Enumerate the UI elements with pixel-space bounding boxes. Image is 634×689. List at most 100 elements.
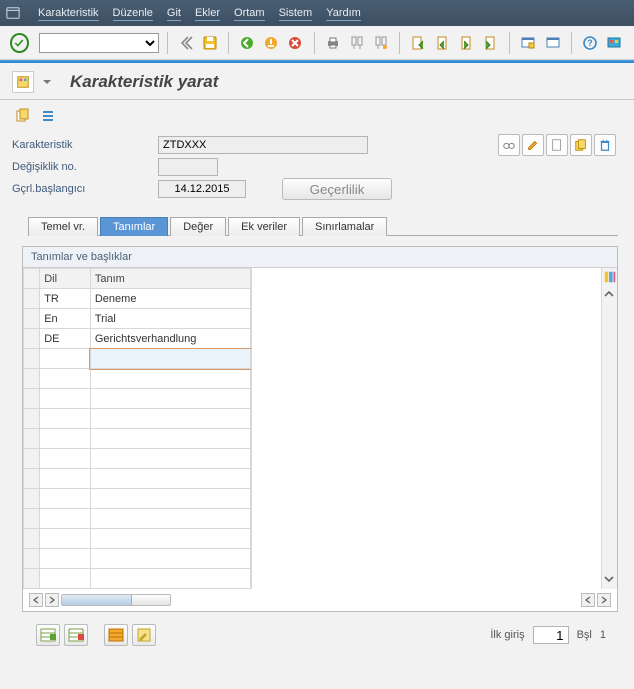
- cell-desc[interactable]: [90, 529, 250, 549]
- back-chevron-icon[interactable]: [175, 32, 195, 54]
- dropdown-icon[interactable]: [36, 71, 58, 93]
- table-row[interactable]: [24, 409, 251, 429]
- menu-ekler[interactable]: Ekler: [195, 7, 220, 19]
- cell-desc[interactable]: [90, 409, 250, 429]
- layout-icon[interactable]: [542, 32, 562, 54]
- command-field[interactable]: [39, 33, 159, 53]
- prev-page-icon[interactable]: [432, 32, 452, 54]
- validity-button[interactable]: Geçerlilik: [282, 178, 392, 200]
- next-page-icon[interactable]: [457, 32, 477, 54]
- back-icon[interactable]: [237, 32, 257, 54]
- table-row[interactable]: EnTrial: [24, 309, 251, 329]
- duplicate-icon[interactable]: [570, 134, 592, 156]
- help-icon[interactable]: ?: [580, 32, 600, 54]
- change-input[interactable]: [158, 158, 218, 176]
- col-lang[interactable]: Dil: [40, 269, 91, 289]
- cell-desc[interactable]: [90, 369, 250, 389]
- row-selector[interactable]: [24, 289, 40, 309]
- print-icon[interactable]: [323, 32, 343, 54]
- table-row[interactable]: [24, 489, 251, 509]
- cell-desc[interactable]: [90, 429, 250, 449]
- table-row[interactable]: [24, 549, 251, 569]
- cell-lang[interactable]: TR: [40, 289, 91, 309]
- table-row[interactable]: [24, 349, 251, 369]
- object-icon[interactable]: [12, 71, 34, 93]
- row-selector[interactable]: [24, 469, 40, 489]
- table-row[interactable]: [24, 529, 251, 549]
- glasses-icon[interactable]: [498, 134, 520, 156]
- row-selector[interactable]: [24, 369, 40, 389]
- table-row[interactable]: [24, 449, 251, 469]
- hscroll-right2-icon[interactable]: [597, 593, 611, 607]
- cell-lang[interactable]: [40, 349, 91, 369]
- table-row[interactable]: [24, 509, 251, 529]
- scroll-up-icon[interactable]: [603, 288, 617, 302]
- cell-desc[interactable]: [90, 549, 250, 569]
- cell-lang[interactable]: DE: [40, 329, 91, 349]
- menu-yardim[interactable]: Yardım: [326, 7, 361, 19]
- exit-icon[interactable]: [261, 32, 281, 54]
- tab-temel[interactable]: Temel vr.: [28, 217, 98, 236]
- cell-desc[interactable]: [90, 389, 250, 409]
- cell-lang[interactable]: [40, 469, 91, 489]
- scroll-down-icon[interactable]: [603, 573, 617, 587]
- delete-row-icon[interactable]: [64, 624, 88, 646]
- cell-lang[interactable]: [40, 429, 91, 449]
- row-selector[interactable]: [24, 489, 40, 509]
- new-session-icon[interactable]: [518, 32, 538, 54]
- insert-row-icon[interactable]: [36, 624, 60, 646]
- hscroll-left-icon[interactable]: [29, 593, 43, 607]
- tab-sinirlamalar[interactable]: Sınırlamalar: [302, 217, 387, 236]
- row-selector-header[interactable]: [24, 269, 40, 289]
- find-icon[interactable]: [347, 32, 367, 54]
- table-row[interactable]: [24, 469, 251, 489]
- cell-desc[interactable]: [90, 449, 250, 469]
- cell-desc[interactable]: [90, 469, 250, 489]
- cell-lang[interactable]: [40, 569, 91, 589]
- menu-git[interactable]: Git: [167, 7, 181, 19]
- hscroll-left2-icon[interactable]: [581, 593, 595, 607]
- row-selector[interactable]: [24, 409, 40, 429]
- cell-lang[interactable]: En: [40, 309, 91, 329]
- menu-duzenle[interactable]: Düzenle: [113, 7, 153, 19]
- select-all-icon[interactable]: [104, 624, 128, 646]
- row-selector[interactable]: [24, 309, 40, 329]
- hscroll-right-icon[interactable]: [45, 593, 59, 607]
- col-desc[interactable]: Tanım: [90, 269, 250, 289]
- row-selector[interactable]: [24, 389, 40, 409]
- cell-desc[interactable]: [90, 489, 250, 509]
- row-selector[interactable]: [24, 449, 40, 469]
- cell-desc[interactable]: [90, 509, 250, 529]
- save-icon[interactable]: [200, 32, 220, 54]
- tab-deger[interactable]: Değer: [170, 217, 226, 236]
- last-page-icon[interactable]: [481, 32, 501, 54]
- row-selector[interactable]: [24, 429, 40, 449]
- table-row[interactable]: DEGerichtsverhandlung: [24, 329, 251, 349]
- cell-lang[interactable]: [40, 549, 91, 569]
- table-row[interactable]: [24, 369, 251, 389]
- table-row[interactable]: [24, 569, 251, 589]
- cell-lang[interactable]: [40, 369, 91, 389]
- cell-desc[interactable]: Gerichtsverhandlung: [90, 329, 250, 349]
- cell-lang[interactable]: [40, 409, 91, 429]
- row-selector[interactable]: [24, 529, 40, 549]
- tab-ekveriler[interactable]: Ek veriler: [228, 217, 300, 236]
- long-text-icon[interactable]: [132, 624, 156, 646]
- cell-lang[interactable]: [40, 389, 91, 409]
- cell-lang[interactable]: [40, 489, 91, 509]
- edit-icon[interactable]: [522, 134, 544, 156]
- char-input[interactable]: [158, 136, 368, 154]
- first-entry-input[interactable]: [533, 626, 569, 644]
- find-next-icon[interactable]: [371, 32, 391, 54]
- cell-lang[interactable]: [40, 509, 91, 529]
- table-row[interactable]: [24, 389, 251, 409]
- table-row[interactable]: TRDeneme: [24, 289, 251, 309]
- row-selector[interactable]: [24, 349, 40, 369]
- menu-karakteristik[interactable]: Karakteristik: [38, 7, 99, 19]
- row-selector[interactable]: [24, 509, 40, 529]
- hscroll-thumb[interactable]: [62, 595, 132, 605]
- create-icon[interactable]: [546, 134, 568, 156]
- cell-desc-editing[interactable]: [90, 349, 250, 369]
- list-icon[interactable]: [38, 106, 58, 126]
- cell-desc[interactable]: Deneme: [90, 289, 250, 309]
